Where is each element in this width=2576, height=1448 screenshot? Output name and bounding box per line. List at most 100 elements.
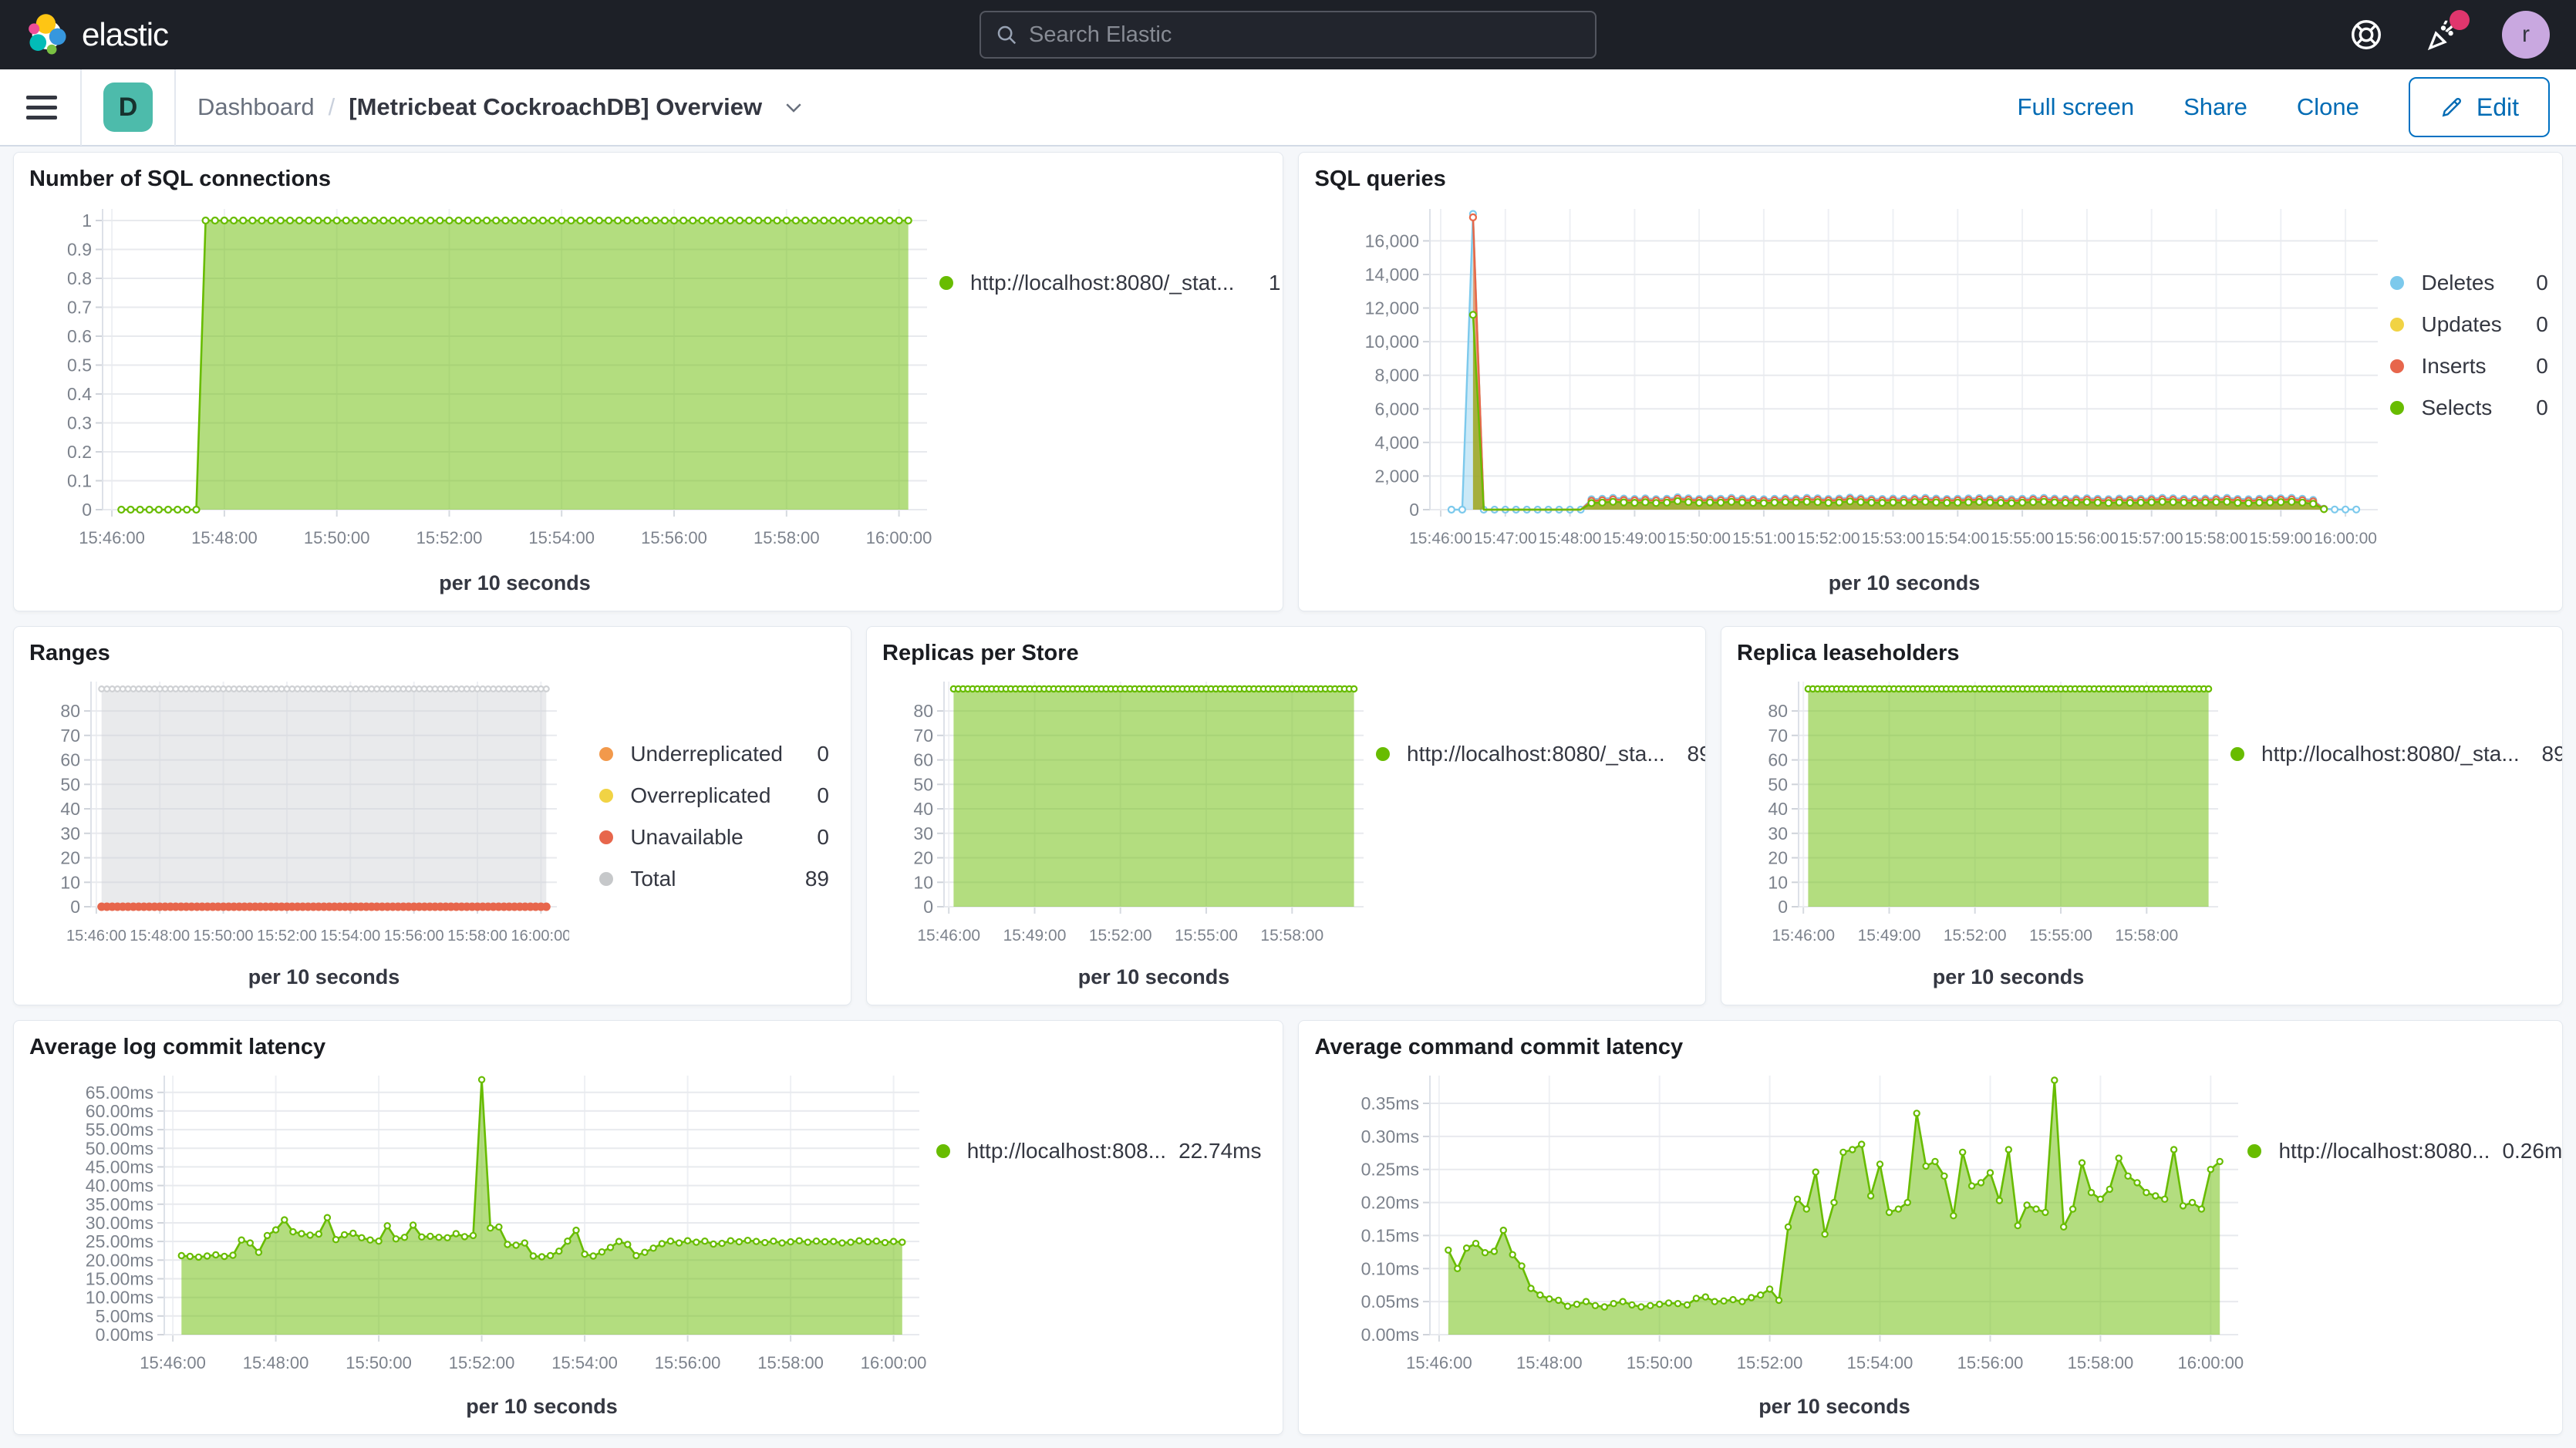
divider [174,69,176,146]
svg-text:15:54:00: 15:54:00 [551,1353,618,1372]
svg-text:65.00ms: 65.00ms [86,1083,153,1103]
global-search[interactable] [979,11,1597,59]
chart-canvas[interactable]: 15:46:0015:49:0015:52:0015:55:0015:58:00… [882,671,1376,964]
svg-text:15:52:00: 15:52:00 [1089,927,1152,945]
svg-text:15:50:00: 15:50:00 [304,528,370,547]
legend-label[interactable]: Total [630,867,783,891]
avatar[interactable]: r [2502,11,2550,59]
chart-canvas[interactable]: 15:46:0015:49:0015:52:0015:55:0015:58:00… [1737,671,2230,964]
legend-label[interactable]: Inserts [2421,354,2501,379]
svg-text:15:46:00: 15:46:00 [1410,530,1473,547]
legend-label[interactable]: http://localhost:8080/_sta... [1407,742,1665,766]
svg-text:15:56:00: 15:56:00 [384,928,444,945]
chart-canvas[interactable]: 15:46:0015:48:0015:50:0015:52:0015:54:00… [29,1065,932,1393]
svg-text:50.00ms: 50.00ms [86,1138,153,1158]
svg-text:0.2: 0.2 [67,442,92,462]
legend-label[interactable]: Updates [2421,312,2501,337]
full-screen-button[interactable]: Full screen [2018,93,2135,121]
svg-text:15:50:00: 15:50:00 [346,1353,412,1372]
svg-text:15:52:00: 15:52:00 [1737,1353,1803,1372]
svg-text:16:00:00: 16:00:00 [866,528,932,547]
chart-canvas[interactable]: 15:46:0015:48:0015:50:0015:52:0015:54:00… [29,197,939,570]
svg-text:15:52:00: 15:52:00 [449,1353,515,1372]
svg-text:15:48:00: 15:48:00 [1516,1353,1583,1372]
breadcrumb-dashboard-link[interactable]: Dashboard [197,93,315,121]
legend-label[interactable]: http://localhost:808... [967,1139,1166,1163]
panel-average-command-commit-latency: Average command commit latency 15:46:001… [1298,1020,2563,1435]
dashboard-app-badge[interactable]: D [103,83,153,132]
legend-label[interactable]: Deletes [2421,271,2501,295]
search-input[interactable] [1029,22,1581,48]
chart-replicas-per-store[interactable]: 15:46:0015:49:0015:52:0015:55:0015:58:00… [882,671,1376,998]
svg-text:0.9: 0.9 [67,240,92,260]
news-icon[interactable] [2425,16,2462,53]
x-axis-label: per 10 seconds [91,965,557,989]
app-badge-letter: D [119,93,138,123]
legend-swatch [1376,747,1390,761]
divider [80,69,82,146]
svg-text:15:51:00: 15:51:00 [1733,530,1796,547]
legend-value: 89 [795,867,829,891]
legend-label[interactable]: http://localhost:8080/_sta... [2261,742,2520,766]
legend-label[interactable]: Unavailable [630,825,783,850]
svg-text:30: 30 [1768,823,1788,844]
chart-replica-leaseholders[interactable]: 15:46:0015:49:0015:52:0015:55:0015:58:00… [1737,671,2230,998]
chart-canvas[interactable]: 15:46:0015:47:0015:48:0015:49:0015:50:00… [1314,197,2390,570]
legend-swatch [2230,747,2244,761]
svg-text:15:48:00: 15:48:00 [130,928,190,945]
svg-text:0: 0 [1778,897,1788,917]
legend-value: 0 [795,783,829,808]
chart-canvas[interactable]: 15:46:0015:48:0015:50:0015:52:0015:54:00… [1314,1065,2247,1393]
svg-text:15:55:00: 15:55:00 [1991,530,2055,547]
help-icon[interactable] [2348,16,2385,53]
svg-text:15:53:00: 15:53:00 [1862,530,1925,547]
edit-button[interactable]: Edit [2409,77,2550,137]
chart-ranges[interactable]: 15:46:0015:48:0015:50:0015:52:0015:54:00… [29,671,569,998]
elastic-logo-icon [26,13,69,56]
svg-text:0.15ms: 0.15ms [1361,1225,1419,1245]
svg-text:0: 0 [70,897,80,917]
share-button[interactable]: Share [2183,93,2247,121]
dashboard-row-2: Ranges 15:46:0015:48:0015:50:0015:52:001… [13,626,2563,1005]
svg-text:15:48:00: 15:48:00 [191,528,258,547]
chart-sql-connections[interactable]: 15:46:0015:48:0015:50:0015:52:0015:54:00… [29,197,939,604]
chart-legend: http://localhost:808...22.74ms [936,1139,1268,1163]
svg-text:55.00ms: 55.00ms [86,1120,153,1140]
svg-text:0.8: 0.8 [67,268,92,288]
svg-text:70: 70 [913,726,933,746]
svg-text:15:50:00: 15:50:00 [1668,530,1731,547]
panel-title: Replicas per Store [882,641,1690,666]
elastic-logo[interactable]: elastic [26,13,168,56]
chart-command-commit-latency[interactable]: 15:46:0015:48:0015:50:0015:52:0015:54:00… [1314,1065,2247,1428]
legend-label[interactable]: http://localhost:8080/_stat... [970,271,1234,295]
legend-label[interactable]: Selects [2421,396,2501,420]
chart-legend: http://localhost:8080/_sta...89 [2230,742,2563,766]
svg-text:20.00ms: 20.00ms [86,1250,153,1270]
breadcrumb-separator: / [329,93,335,121]
legend-swatch [599,789,613,803]
panel-average-log-commit-latency: Average log commit latency 15:46:0015:48… [13,1020,1283,1435]
legend-value: 0.26ms [2502,1139,2541,1163]
menu-icon[interactable] [26,96,57,120]
svg-text:15:58:00: 15:58:00 [2185,530,2248,547]
chart-log-commit-latency[interactable]: 15:46:0015:48:0015:50:0015:52:0015:54:00… [29,1065,932,1428]
clone-button[interactable]: Clone [2297,93,2359,121]
chart-sql-queries[interactable]: 15:46:0015:47:0015:48:0015:49:0015:50:00… [1314,197,2390,604]
chart-legend: Underreplicated0Overreplicated0Unavailab… [599,742,835,891]
svg-text:15:48:00: 15:48:00 [243,1353,309,1372]
legend-value: 0 [2514,354,2548,379]
search-icon [995,23,1018,46]
x-axis-label: per 10 seconds [103,571,927,595]
legend-swatch [599,747,613,761]
svg-text:35.00ms: 35.00ms [86,1194,153,1214]
x-axis-label: per 10 seconds [164,1395,919,1419]
legend-swatch [599,830,613,844]
legend-label[interactable]: http://localhost:8080... [2278,1139,2490,1163]
title-chevron-down-icon[interactable] [782,96,805,119]
svg-text:16,000: 16,000 [1365,231,1419,251]
chart-canvas[interactable]: 15:46:0015:48:0015:50:0015:52:0015:54:00… [29,671,569,964]
legend-label[interactable]: Underreplicated [630,742,783,766]
svg-text:12,000: 12,000 [1365,298,1419,318]
svg-text:4,000: 4,000 [1375,433,1420,453]
legend-label[interactable]: Overreplicated [630,783,783,808]
